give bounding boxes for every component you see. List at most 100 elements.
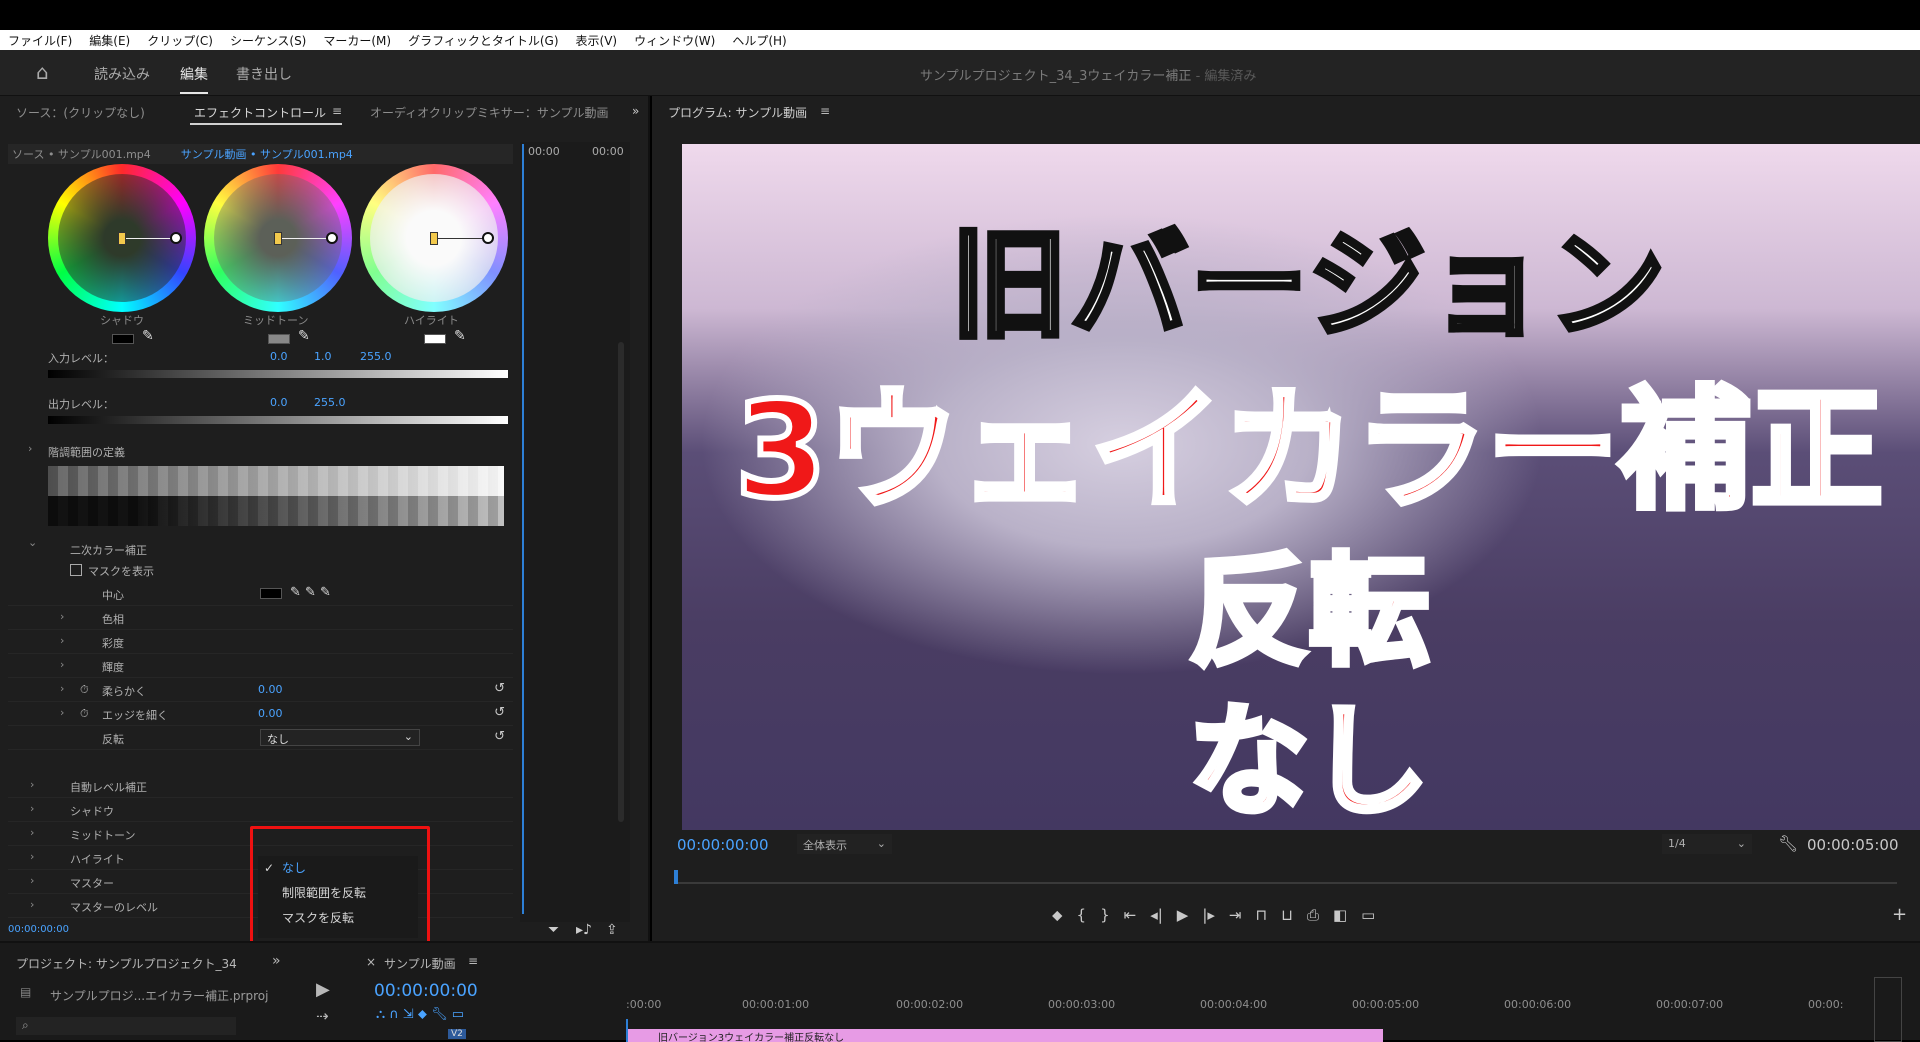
chevron-right-icon[interactable]: › [60, 706, 64, 719]
play-audio-icon[interactable]: ▸♪ [576, 922, 592, 938]
chevron-right-icon[interactable]: » [632, 104, 639, 118]
eyedropper-icon[interactable]: ✎ ✎ ✎ [290, 585, 331, 600]
step-forward-icon[interactable]: |▸ [1202, 906, 1215, 930]
panel-menu-icon[interactable]: ≡ [332, 104, 342, 118]
menu-clip[interactable]: クリップ(C) [147, 32, 213, 49]
add-button[interactable]: + [1892, 904, 1907, 925]
stopwatch-icon[interactable]: ⏱ [80, 683, 89, 697]
clip-selector[interactable]: ソース • サンプル001.mp4 サンプル動画 • サンプル001.mp4 [8, 144, 513, 164]
filter-icon[interactable]: ⏷ [548, 922, 559, 938]
shadow-swatch[interactable] [112, 334, 134, 344]
highlight-wheel-knob[interactable] [482, 232, 494, 244]
menu-help[interactable]: ヘルプ(H) [732, 32, 786, 49]
shadow-wheel-knob[interactable] [170, 232, 182, 244]
midtone-swatch[interactable] [268, 334, 290, 344]
timeline-timecode[interactable]: 00:00:00:00 [374, 981, 478, 1001]
input-level-slider[interactable] [48, 370, 508, 378]
soften-value[interactable]: 0.00 [258, 683, 283, 696]
tab-export[interactable]: 書き出し [236, 64, 292, 84]
midtone-wheel-knob[interactable] [326, 232, 338, 244]
resolution-dropdown[interactable]: 1/4 ⌄ [1662, 834, 1752, 854]
chevron-right-icon[interactable]: › [30, 778, 34, 791]
selection-tool-icon[interactable]: ▶ [316, 979, 330, 1000]
reset-icon[interactable]: ↺ [494, 705, 505, 720]
chevron-right-icon[interactable]: › [30, 802, 34, 815]
mark-in-icon[interactable]: { [1077, 906, 1087, 930]
saturation-row[interactable]: › 彩度 [8, 630, 513, 654]
reset-icon[interactable]: ↺ [494, 729, 505, 744]
tab-source[interactable]: ソース：(クリップなし) [16, 104, 145, 121]
menu-window[interactable]: ウィンドウ(W) [634, 32, 715, 49]
menu-marker[interactable]: マーカー(M) [323, 32, 391, 49]
eyedropper-icon[interactable]: ✎ [454, 328, 466, 344]
safe-margins-icon[interactable]: ▭ [1361, 906, 1375, 930]
eyedropper-icon[interactable]: ✎ [142, 328, 154, 344]
timeline-clip[interactable]: 旧バージョン3ウェイカラー補正反転なし [628, 1029, 1383, 1042]
marker-icon[interactable]: ⬥ [1052, 906, 1063, 930]
auto-level-row[interactable]: › 自動レベル補正 [8, 774, 513, 798]
chevron-right-icon[interactable]: › [28, 442, 32, 455]
menu-graphics[interactable]: グラフィックとタイトル(G) [408, 32, 558, 49]
panel-menu-icon[interactable]: ≡ [820, 104, 830, 118]
edge-value[interactable]: 0.00 [258, 707, 283, 720]
track-select-icon[interactable]: ⇢ [316, 1007, 329, 1025]
chevron-right-icon[interactable]: › [60, 658, 64, 671]
go-to-in-icon[interactable]: ⇤ [1124, 906, 1137, 930]
sequence-tab[interactable]: サンプル動画 [384, 955, 456, 972]
chevron-right-icon[interactable]: › [60, 634, 64, 647]
camera-icon[interactable]: ⎙ [1307, 906, 1319, 930]
program-timecode[interactable]: 00:00:00:00 [677, 836, 769, 854]
project-search-input[interactable]: ⌕ [16, 1017, 236, 1035]
effect-timecode[interactable]: 00:00:00:00 [8, 924, 69, 935]
tonal-range-bar[interactable] [48, 466, 504, 526]
highlight-swatch[interactable] [424, 334, 446, 344]
chevron-down-icon[interactable]: ⌄ [28, 536, 37, 549]
chevron-right-icon[interactable]: › [60, 682, 64, 695]
close-icon[interactable]: × [366, 955, 376, 969]
chevron-right-icon[interactable]: › [30, 826, 34, 839]
track-v2-label[interactable]: V2 [448, 1029, 466, 1039]
project-tab[interactable]: プロジェクト: サンプルプロジェクト_34 [16, 955, 237, 972]
lift-icon[interactable]: ⊓ [1256, 906, 1268, 930]
zoom-dropdown[interactable]: 全体表示 ⌄ [797, 834, 892, 854]
show-mask-checkbox[interactable] [70, 564, 82, 576]
output-white[interactable]: 255.0 [314, 396, 346, 409]
compare-icon[interactable]: ◧ [1333, 906, 1347, 930]
invert-dropdown[interactable]: なし ⌄ [260, 729, 420, 746]
menu-edit[interactable]: 編集(E) [89, 32, 130, 49]
chevron-right-icon[interactable]: » [272, 953, 281, 969]
menu-file[interactable]: ファイル(F) [8, 32, 72, 49]
midtone-color-wheel[interactable] [204, 164, 352, 312]
chevron-right-icon[interactable]: › [60, 610, 64, 623]
reset-icon[interactable]: ↺ [494, 681, 505, 696]
home-icon[interactable]: ⌂ [36, 60, 49, 84]
step-back-icon[interactable]: ◂| [1150, 906, 1163, 930]
play-icon[interactable]: ▶ [1177, 906, 1189, 930]
hue-row[interactable]: › 色相 [8, 606, 513, 630]
snap-icon[interactable]: ⛬ ∩ ⇲ ⬥ 🔧︎ ▭ [376, 1007, 464, 1022]
panel-menu-icon[interactable]: ≡ [468, 954, 478, 968]
highlight-color-wheel[interactable] [360, 164, 508, 312]
tab-effect-controls[interactable]: エフェクトコントロール [194, 104, 326, 121]
output-black[interactable]: 0.0 [270, 396, 288, 409]
tab-edit[interactable]: 編集 [180, 64, 208, 84]
input-black[interactable]: 0.0 [270, 350, 288, 363]
go-to-out-icon[interactable]: ⇥ [1229, 906, 1242, 930]
input-gamma[interactable]: 1.0 [314, 350, 332, 363]
program-title[interactable]: プログラム: サンプル動画 [668, 104, 807, 121]
program-scrubber[interactable] [674, 870, 1897, 884]
tab-audio-clip-mixer[interactable]: オーディオクリップミキサー：サンプル動画 [370, 104, 609, 121]
luminance-row[interactable]: › 輝度 [8, 654, 513, 678]
video-preview[interactable]: 旧バージョン 3ウェイカラー補正 反転 なし [682, 144, 1920, 830]
eyedropper-icon[interactable]: ✎ [298, 328, 310, 344]
mark-out-icon[interactable]: } [1100, 906, 1110, 930]
stopwatch-icon[interactable]: ⏱ [80, 707, 89, 721]
output-level-slider[interactable] [48, 416, 508, 424]
project-file[interactable]: サンプルプロジ...エイカラー補正.prproj [50, 987, 268, 1004]
menu-view[interactable]: 表示(V) [576, 32, 618, 49]
chevron-right-icon[interactable]: › [30, 850, 34, 863]
chevron-right-icon[interactable]: › [30, 898, 34, 911]
shadow-row[interactable]: › シャドウ [8, 798, 513, 822]
input-white[interactable]: 255.0 [360, 350, 392, 363]
playhead-line[interactable] [522, 144, 524, 914]
